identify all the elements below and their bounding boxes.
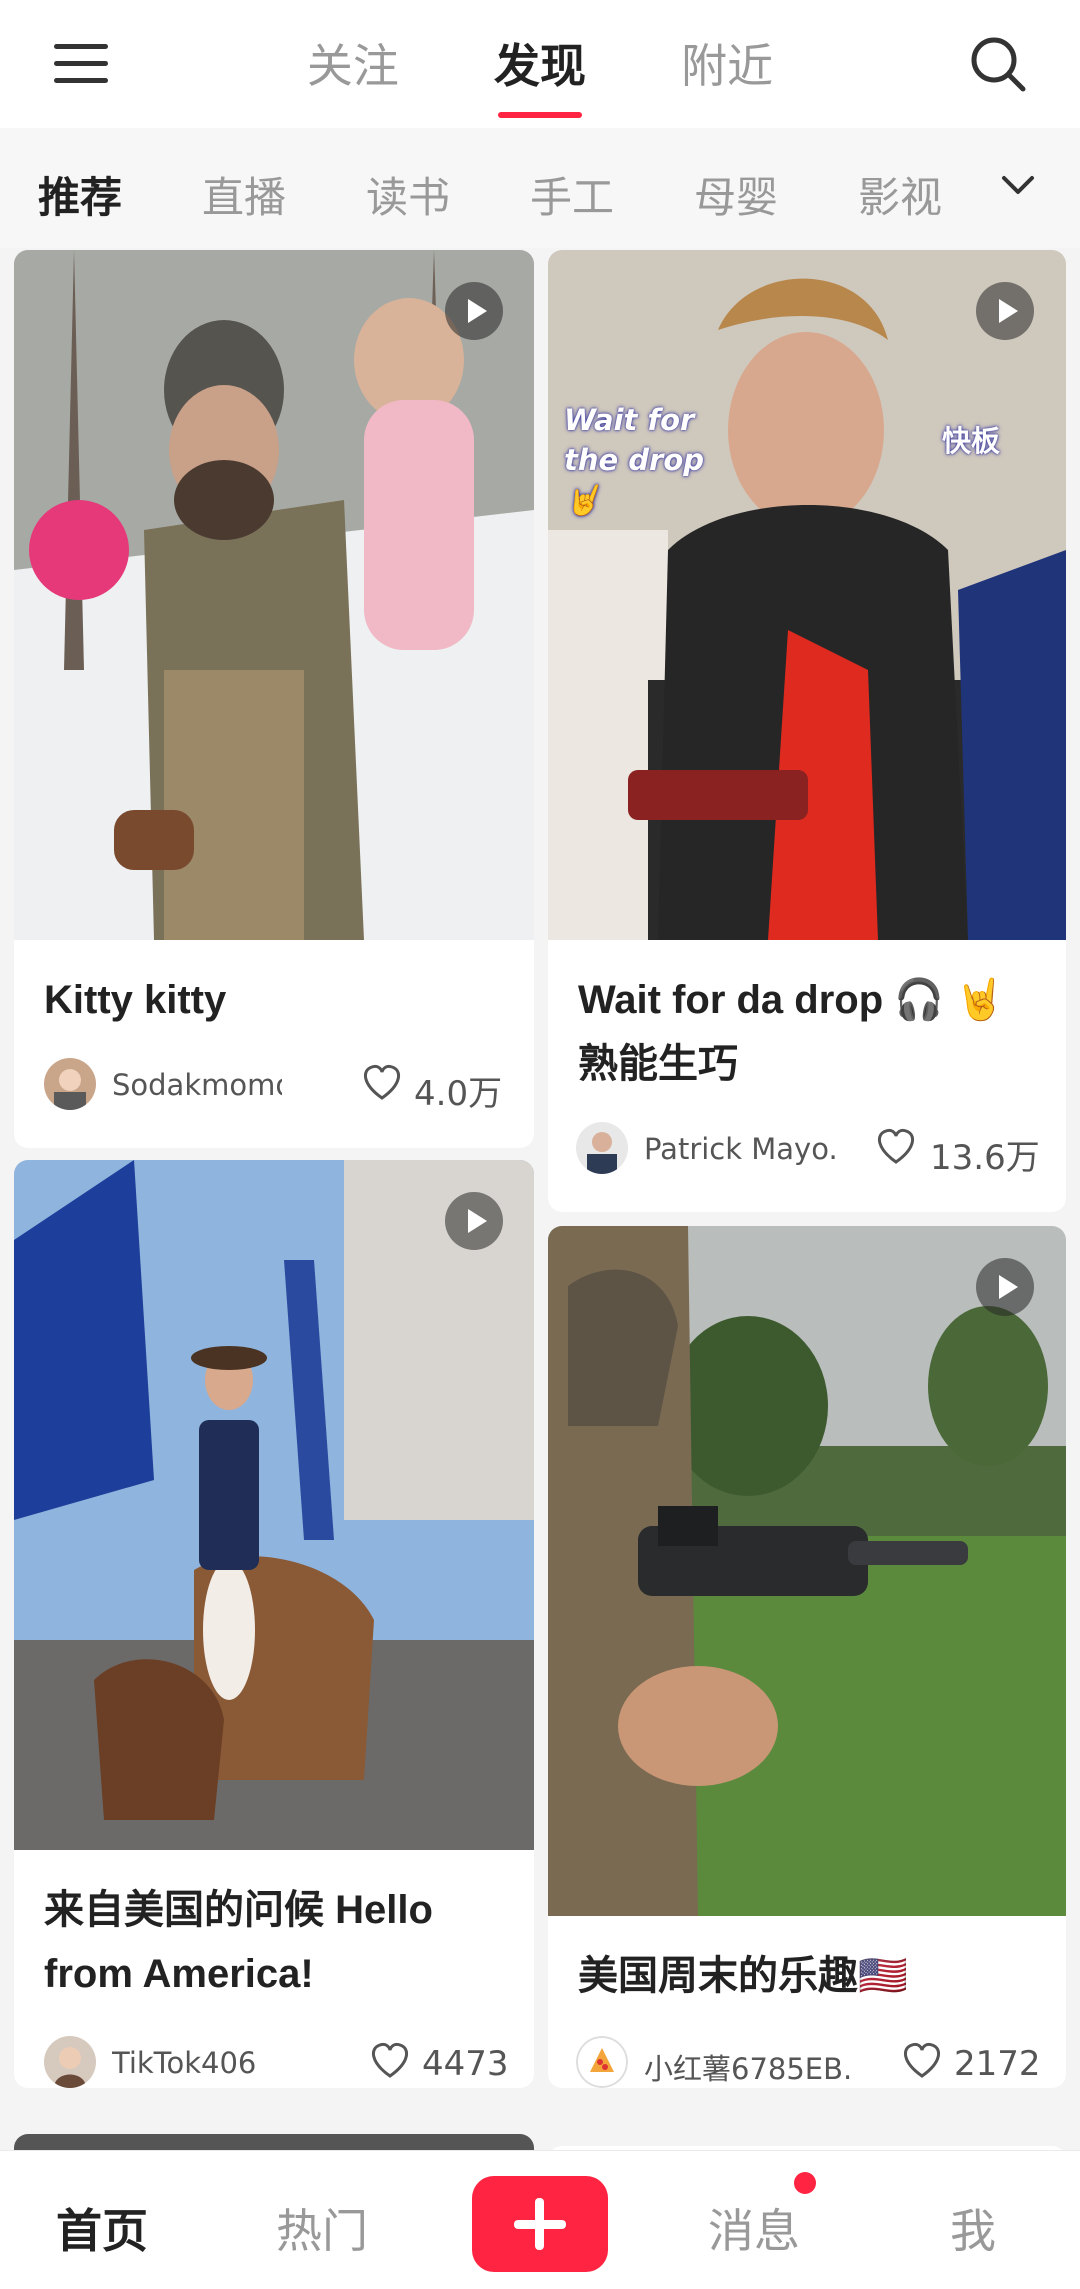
post-image [548, 250, 1066, 940]
avatar[interactable] [576, 2036, 628, 2088]
avatar[interactable] [44, 1058, 96, 1110]
feed-card[interactable]: 美国周末的乐趣🇺🇸 小红薯6785EB... 2172 [548, 1226, 1066, 2088]
like-count: 13.6万 [930, 1138, 1040, 1178]
post-image [14, 1160, 534, 1850]
post-title: Kitty kitty [44, 978, 227, 1022]
feed-card[interactable]: Wait for the drop 🤘 快板 Wait for da drop … [548, 250, 1066, 1212]
post-title: 美国周末的乐趣🇺🇸 [578, 1954, 908, 1998]
category-film[interactable]: 影视 [858, 164, 942, 225]
author-name[interactable]: Patrick Mayo... [644, 1132, 840, 1166]
play-icon[interactable] [976, 1258, 1034, 1316]
video-caption-overlay: Wait for the drop 🤘 [564, 403, 705, 517]
like-count: 2172 [954, 2044, 1041, 2084]
category-recommend[interactable]: 推荐 [38, 164, 122, 225]
top-tabs: 关注 发现 附近 [0, 30, 1080, 118]
post-title: Wait for da drop 🎧 🤘 熟能生巧 [578, 978, 1005, 1086]
chevron-down-icon[interactable] [1000, 170, 1036, 200]
message-badge [794, 2172, 816, 2194]
tab-discover[interactable]: 发现 [494, 30, 586, 118]
nav-messages[interactable]: 消息 [708, 2195, 800, 2261]
category-reading[interactable]: 读书 [366, 164, 450, 225]
post-image [548, 1226, 1066, 1916]
play-icon[interactable] [445, 1192, 503, 1250]
category-bar: 推荐 直播 读书 手工 母婴 影视 [0, 128, 1080, 248]
post-title: 来自美国的问候 Hello from America! [44, 1888, 433, 1996]
tab-follow[interactable]: 关注 [307, 30, 399, 96]
author-name[interactable]: 小红薯6785EB... [644, 2046, 850, 2088]
add-post-button[interactable] [472, 2176, 608, 2272]
like-count: 4473 [422, 2044, 509, 2084]
category-baby[interactable]: 母婴 [694, 164, 778, 225]
like-count: 4.0万 [414, 1074, 503, 1114]
author-name[interactable]: Sodakmomof3 [112, 1068, 282, 1102]
video-tag-overlay: 快板 [942, 424, 1001, 458]
nav-hot[interactable]: 热门 [276, 2195, 368, 2261]
feed-card[interactable]: 来自美国的问候 Hello from America! TikTok406 44… [14, 1160, 534, 2088]
nav-home[interactable]: 首页 [56, 2195, 148, 2261]
tab-nearby[interactable]: 附近 [681, 30, 773, 96]
heart-icon[interactable] [874, 1126, 918, 1166]
author-name[interactable]: TikTok406 [112, 2046, 282, 2080]
play-icon[interactable] [445, 282, 503, 340]
play-icon[interactable] [976, 282, 1034, 340]
bottom-nav: 首页 热门 消息 我 [0, 2150, 1080, 2289]
heart-icon[interactable] [368, 2040, 412, 2080]
heart-icon[interactable] [360, 1062, 404, 1102]
search-icon[interactable] [968, 34, 1028, 94]
category-handcraft[interactable]: 手工 [530, 164, 614, 225]
category-live[interactable]: 直播 [202, 164, 286, 225]
nav-me[interactable]: 我 [950, 2195, 996, 2261]
top-bar: 关注 发现 附近 [0, 0, 1080, 129]
avatar[interactable] [576, 1122, 628, 1174]
feed-card[interactable]: Kitty kitty Sodakmomof3 4.0万 [14, 250, 534, 1148]
post-image [14, 250, 534, 940]
heart-icon[interactable] [900, 2040, 944, 2080]
avatar[interactable] [44, 2036, 96, 2088]
